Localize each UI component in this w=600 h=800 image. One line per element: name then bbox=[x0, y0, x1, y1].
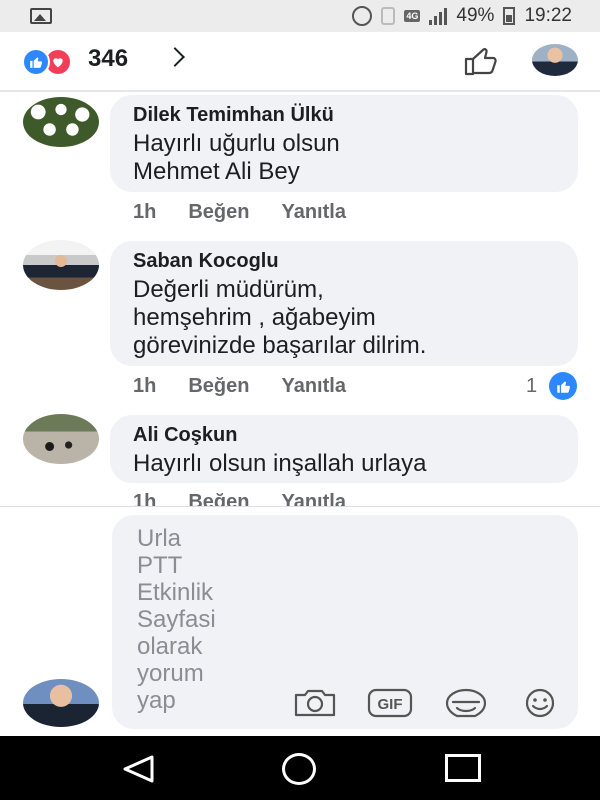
back-icon[interactable] bbox=[121, 754, 155, 784]
like-comment-link[interactable]: Beğen bbox=[188, 491, 249, 506]
reply-comment-link[interactable]: Yanıtla bbox=[281, 375, 345, 398]
emoji-icon[interactable] bbox=[517, 687, 563, 719]
composer-divider bbox=[0, 506, 600, 507]
gif-label: GIF bbox=[378, 696, 403, 713]
system-nav-bar bbox=[0, 736, 600, 800]
comment-text-line: Değerli müdürüm, bbox=[133, 276, 324, 303]
placeholder-line: Urla bbox=[137, 525, 182, 552]
comment-time: 1h bbox=[133, 375, 157, 397]
home-icon[interactable] bbox=[282, 753, 316, 785]
comment-list[interactable]: Dilek Temimhan Ülkü Hayırlı uğurlu olsun… bbox=[0, 92, 600, 506]
comment-like-count[interactable]: 1 bbox=[526, 375, 537, 398]
comment-composer[interactable]: Urla PTT Etkinlik Sayfasi olarak yorum y… bbox=[112, 515, 578, 729]
comment-author[interactable]: Dilek Temimhan Ülkü bbox=[133, 104, 334, 127]
placeholder-line: Etkinlik bbox=[137, 579, 214, 606]
page-avatar bbox=[23, 679, 99, 727]
commenter-avatar[interactable] bbox=[23, 240, 99, 290]
recent-apps-icon[interactable] bbox=[445, 754, 481, 782]
reply-comment-link[interactable]: Yanıtla bbox=[281, 201, 345, 224]
placeholder-line: yap bbox=[137, 687, 176, 714]
comment-time: 1h bbox=[133, 201, 157, 223]
comment-actions: 1h Beğen Yanıtla bbox=[133, 201, 378, 224]
comment-bubble[interactable]: Dilek Temimhan Ülkü Hayırlı uğurlu olsun… bbox=[110, 95, 578, 192]
battery-icon bbox=[503, 7, 516, 25]
comment-author[interactable]: Ali Coşkun bbox=[133, 424, 237, 447]
like-reaction-icon bbox=[22, 48, 50, 76]
status-bar: 4G 49% 19:22 bbox=[0, 0, 600, 32]
data-saver-icon bbox=[352, 6, 373, 26]
like-comment-link[interactable]: Beğen bbox=[188, 375, 249, 398]
network-type: 4G bbox=[404, 10, 421, 22]
comment-time: 1h bbox=[133, 491, 157, 506]
sticker-icon[interactable] bbox=[443, 687, 489, 719]
commenter-avatar[interactable] bbox=[23, 97, 99, 147]
comment-text-line: Hayırlı uğurlu olsun bbox=[133, 130, 340, 157]
reply-comment-link[interactable]: Yanıtla bbox=[281, 491, 345, 506]
placeholder-line: Sayfasi bbox=[137, 606, 216, 633]
comment-bubble[interactable]: Ali Coşkun Hayırlı olsun inşallah urlaya bbox=[110, 415, 578, 483]
signal-icon bbox=[429, 7, 448, 25]
comment-actions: 1h Beğen Yanıtla bbox=[133, 491, 378, 506]
gif-icon[interactable]: GIF bbox=[367, 687, 413, 719]
bluetooth-icon bbox=[381, 7, 396, 25]
comment-text-line: Mehmet Ali Bey bbox=[133, 158, 300, 185]
reaction-count[interactable]: 346 bbox=[88, 45, 128, 73]
comment-text-line: görevinizde başarılar dilrim. bbox=[133, 332, 427, 359]
placeholder-line: PTT bbox=[137, 552, 183, 579]
placeholder-line: yorum bbox=[137, 660, 204, 687]
like-badge-icon[interactable] bbox=[549, 372, 577, 400]
comment-actions: 1h Beğen Yanıtla bbox=[133, 375, 378, 398]
gallery-notification-icon bbox=[30, 8, 52, 24]
status-icons: 4G 49% 19:22 bbox=[352, 4, 572, 28]
reactions-header: 346 bbox=[0, 32, 600, 90]
commenter-avatar[interactable] bbox=[23, 414, 99, 464]
thumbs-up-outline-icon[interactable] bbox=[463, 46, 501, 76]
profile-avatar[interactable] bbox=[532, 44, 578, 76]
chevron-right-icon[interactable] bbox=[165, 47, 185, 67]
clock: 19:22 bbox=[524, 5, 572, 26]
reaction-icons[interactable] bbox=[22, 48, 72, 76]
battery-percent: 49% bbox=[456, 5, 495, 26]
comment-text-line: Hayırlı olsun inşallah urlaya bbox=[133, 450, 427, 477]
camera-icon[interactable] bbox=[292, 687, 338, 719]
comment-input-placeholder[interactable]: Urla PTT Etkinlik Sayfasi olarak yorum y… bbox=[137, 525, 216, 714]
placeholder-line: olarak bbox=[137, 633, 203, 660]
comment-bubble[interactable]: Saban Kocoglu Değerli müdürüm, hemşehrim… bbox=[110, 241, 578, 366]
like-comment-link[interactable]: Beğen bbox=[188, 201, 249, 224]
comment-text-line: hemşehrim , ağabeyim bbox=[133, 304, 376, 331]
comment-author[interactable]: Saban Kocoglu bbox=[133, 250, 279, 273]
